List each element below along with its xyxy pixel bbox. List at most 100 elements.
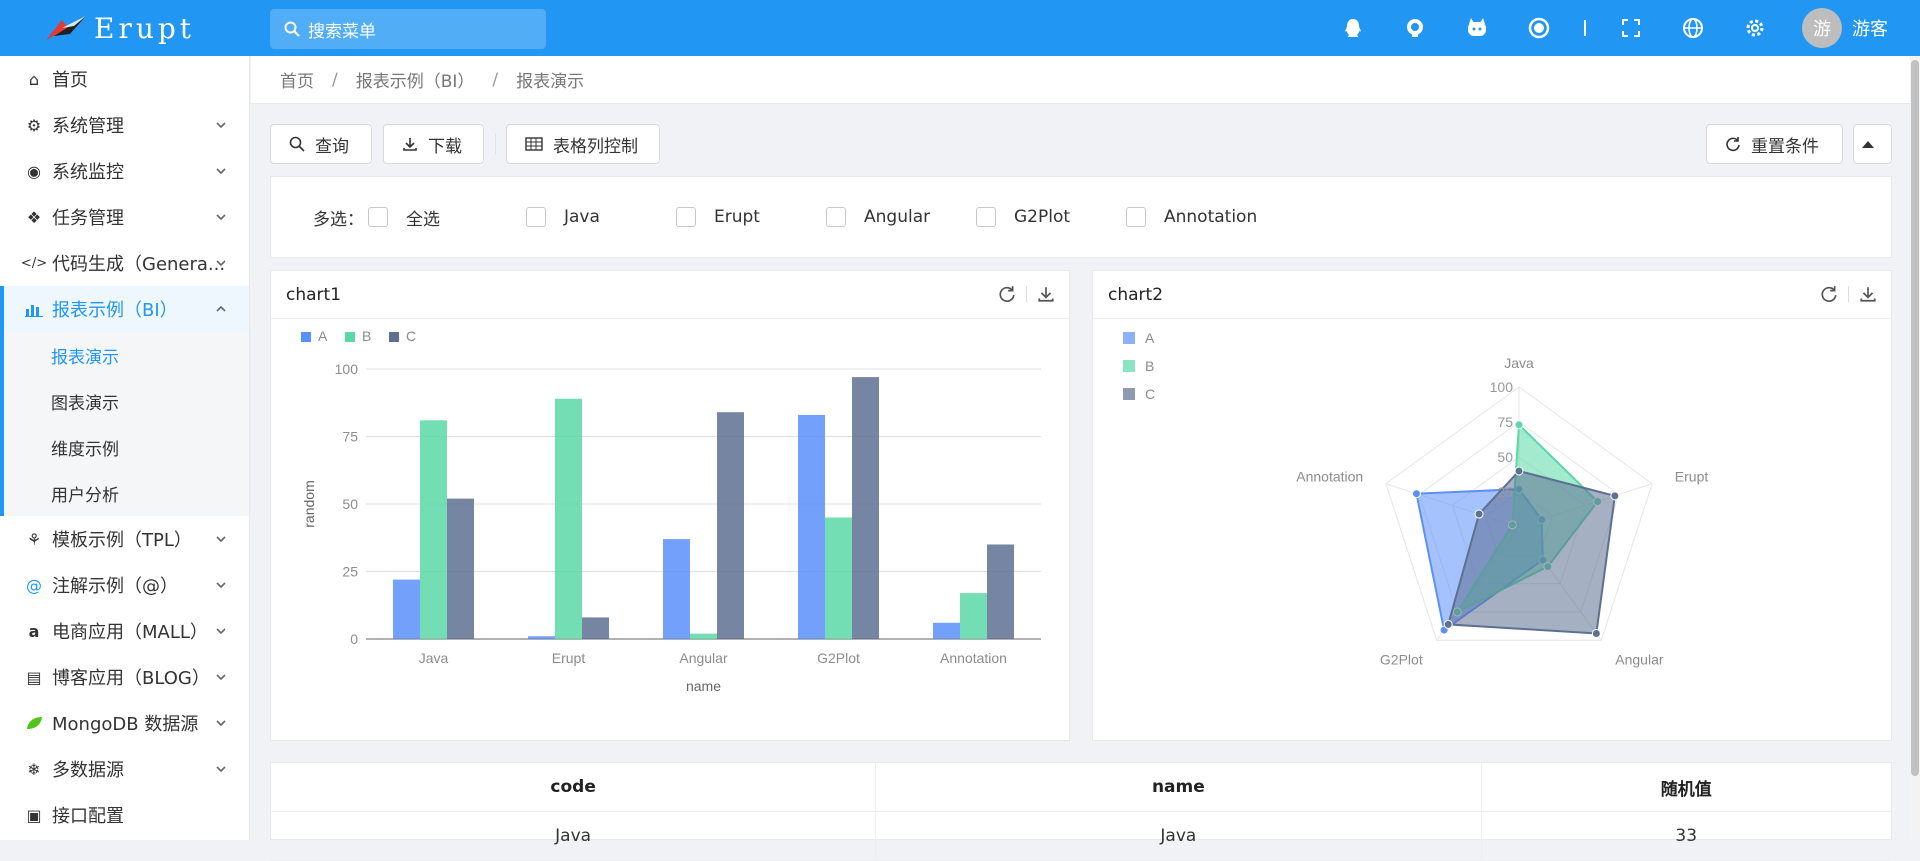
sidebar-item-mongodb[interactable]: MongoDB 数据源: [0, 700, 249, 746]
chart1-header: chart1: [271, 271, 1069, 319]
bar: [528, 636, 555, 639]
checkbox-erupt[interactable]: Erupt: [676, 207, 826, 227]
fullscreen-icon[interactable]: [1620, 17, 1642, 39]
checkbox-label: Annotation: [1164, 207, 1258, 227]
subitem-user-analysis[interactable]: 用户分析: [4, 470, 249, 516]
logo[interactable]: Erupt: [44, 10, 195, 46]
leaf-icon: [24, 713, 44, 733]
sidebar-item-label: 接口配置: [52, 806, 124, 827]
bar: [852, 377, 879, 639]
checkbox-annotation[interactable]: Annotation: [1126, 207, 1257, 227]
top-bar: Erupt 搜索菜单 游 游客: [0, 0, 1920, 56]
x-tick-label: G2Plot: [817, 650, 860, 666]
table-cell: Java: [876, 812, 1482, 860]
sidebar-item-home[interactable]: ⌂ 首页: [0, 56, 249, 102]
toolbar-divider: [495, 134, 496, 154]
sidebar-item-system[interactable]: ⚙ 系统管理: [0, 102, 249, 148]
download-button[interactable]: 下载: [383, 124, 484, 164]
sidebar-item-codegen[interactable]: </> 代码生成（Genera...: [0, 240, 249, 286]
radar-tick-label: 25: [1497, 484, 1513, 500]
column-header[interactable]: code: [271, 763, 877, 811]
checkbox-angular[interactable]: Angular: [826, 207, 976, 227]
legend-swatch: [1123, 332, 1135, 344]
sidebar-item-label: 电商应用（MALL）: [52, 622, 208, 643]
table-row[interactable]: Java Java 33: [271, 812, 1891, 861]
snowflake-icon: ❄: [27, 759, 41, 779]
sidebar-item-api[interactable]: ▣ 接口配置: [0, 792, 249, 838]
sidebar-item-monitor[interactable]: ◉ 系统监控: [0, 148, 249, 194]
sidebar-item-label: 代码生成（Genera...: [52, 254, 226, 275]
checkbox-box[interactable]: [368, 207, 388, 227]
search-placeholder: 搜索菜单: [308, 21, 376, 42]
legend-swatch: [1123, 360, 1135, 372]
query-button[interactable]: 查询: [270, 124, 372, 164]
table-icon: [525, 137, 543, 151]
page-scrollbar[interactable]: [1910, 56, 1920, 840]
header-actions: 游 游客: [1322, 0, 1920, 56]
scrollbar-thumb[interactable]: [1911, 60, 1919, 776]
sidebar-item-annotation[interactable]: @ 注解示例（@）: [0, 562, 249, 608]
column-header[interactable]: 随机值: [1481, 763, 1891, 811]
username[interactable]: 游客: [1852, 15, 1888, 41]
puzzle-icon: ⚘: [26, 529, 42, 549]
github-icon[interactable]: [1404, 17, 1426, 39]
y-tick-label: 0: [350, 631, 358, 647]
subitem-report-demo[interactable]: 报表演示: [4, 332, 249, 378]
column-header[interactable]: name: [876, 763, 1482, 811]
column-control-button[interactable]: 表格列控制: [506, 124, 660, 164]
code-icon: </>: [20, 255, 48, 271]
subitem-chart-demo[interactable]: 图表演示: [4, 378, 249, 424]
bar: [717, 412, 744, 639]
reset-button[interactable]: 重置条件: [1706, 124, 1843, 164]
gear-icon[interactable]: [1744, 17, 1766, 39]
collapse-button[interactable]: [1853, 124, 1892, 164]
avatar[interactable]: 游: [1802, 8, 1842, 48]
globe-icon[interactable]: [1682, 17, 1704, 39]
search-input[interactable]: 搜索菜单: [270, 9, 546, 49]
checkbox-select-all[interactable]: 全选: [368, 205, 526, 230]
checkbox-java[interactable]: Java: [526, 207, 676, 227]
sidebar-item-tpl[interactable]: ⚘ 模板示例（TPL）: [0, 516, 249, 562]
y-tick-label: 75: [342, 429, 358, 445]
breadcrumb-bi[interactable]: 报表示例（BI）: [356, 67, 475, 92]
checkbox-g2plot[interactable]: G2Plot: [976, 207, 1126, 227]
query-button-label: 查询: [315, 136, 349, 157]
refresh-icon: [1726, 137, 1740, 152]
subitem-dimension-demo[interactable]: 维度示例: [4, 424, 249, 470]
chart2-title: chart2: [1108, 284, 1164, 305]
sidebar-item-mall[interactable]: a 电商应用（MALL）: [0, 608, 249, 654]
bar: [987, 544, 1014, 639]
chart1-title: chart1: [286, 284, 342, 305]
action-divider: [1848, 286, 1849, 302]
download-button-label: 下载: [428, 136, 462, 157]
x-tick-label: Java: [419, 650, 449, 666]
qq-icon[interactable]: [1342, 17, 1364, 39]
chart2-header: chart2: [1093, 271, 1891, 319]
checkbox-label: Java: [564, 207, 600, 227]
sidebar-item-multidatasource[interactable]: ❄ 多数据源: [0, 746, 249, 792]
app-title: Erupt: [94, 11, 196, 45]
checkbox-box[interactable]: [826, 207, 846, 227]
sidebar-item-bi[interactable]: 报表示例（BI）: [0, 286, 249, 332]
refresh-icon[interactable]: [998, 285, 1016, 303]
record-icon[interactable]: [1528, 17, 1550, 39]
chevron-down-icon: [216, 720, 226, 727]
reset-button-label: 重置条件: [1751, 136, 1819, 157]
checkbox-box[interactable]: [526, 207, 546, 227]
checkbox-box[interactable]: [1126, 207, 1146, 227]
search-icon: [284, 21, 300, 37]
chevron-down-icon: [216, 674, 226, 681]
gitee-icon[interactable]: [1466, 17, 1488, 39]
breadcrumb-separator: /: [332, 69, 338, 90]
download-icon[interactable]: [1859, 285, 1877, 303]
bar: [798, 414, 825, 639]
checkbox-box[interactable]: [676, 207, 696, 227]
refresh-icon[interactable]: [1820, 285, 1838, 303]
breadcrumb-home[interactable]: 首页: [280, 67, 314, 92]
sidebar-item-tasks[interactable]: ❖ 任务管理: [0, 194, 249, 240]
sidebar-item-blog[interactable]: ▤ 博客应用（BLOG）: [0, 654, 249, 700]
download-icon[interactable]: [1037, 285, 1055, 303]
cubes-icon: ❖: [26, 207, 42, 227]
checkbox-box[interactable]: [976, 207, 996, 227]
radar-tick-label: 75: [1497, 414, 1513, 430]
